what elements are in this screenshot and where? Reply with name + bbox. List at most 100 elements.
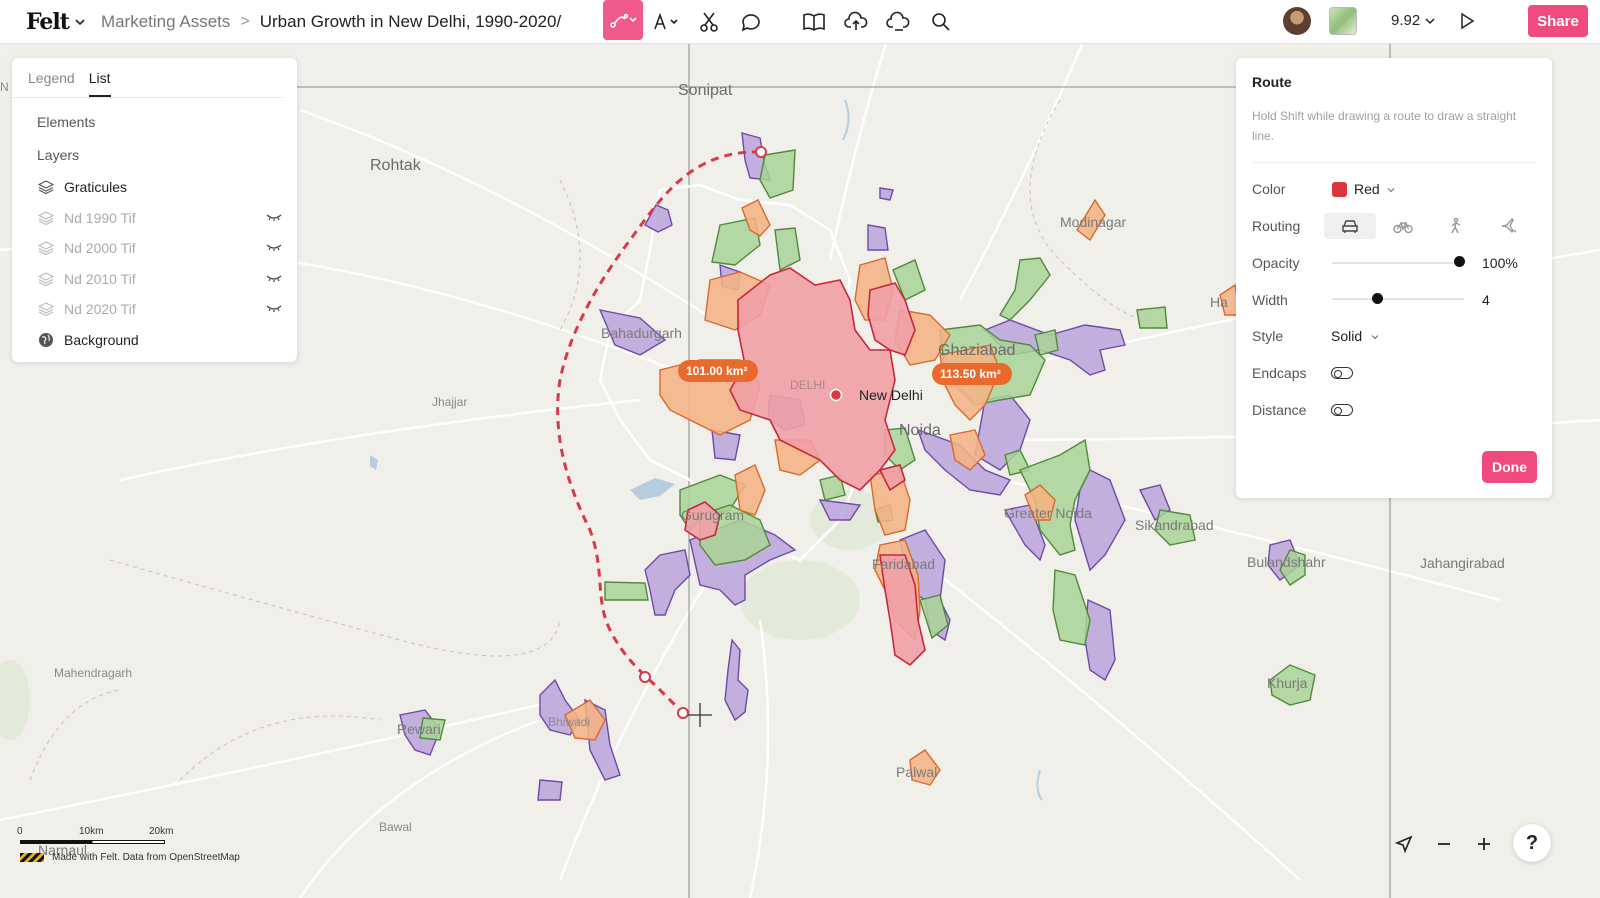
layer-name: Graticules — [64, 179, 128, 196]
routing-bike-button[interactable] — [1377, 213, 1429, 239]
routing-car-button[interactable] — [1324, 213, 1376, 239]
zoom-level[interactable]: 9.92 — [1391, 12, 1420, 29]
city-label-greater-noida: Greater Noida — [1004, 505, 1092, 521]
eye-closed-icon[interactable] — [265, 241, 283, 253]
text-tool-button[interactable] — [648, 6, 684, 38]
endcaps-label: Endcaps — [1252, 365, 1307, 381]
city-label-modinagar: Modinagar — [1060, 214, 1127, 230]
locate-button[interactable] — [1390, 830, 1418, 858]
city-label-edge: N — [0, 80, 9, 94]
opacity-slider[interactable] — [1332, 262, 1464, 264]
breadcrumb-parent[interactable]: Marketing Assets — [101, 12, 230, 32]
city-label-faridabad: Faridabad — [872, 556, 936, 572]
share-button[interactable]: Share — [1528, 5, 1588, 37]
layers-icon — [38, 180, 54, 195]
chevron-down-icon[interactable] — [73, 15, 87, 29]
layer-nd-2000[interactable]: Nd 2000 Tif — [12, 233, 297, 264]
eye-closed-icon[interactable] — [265, 302, 283, 314]
car-icon — [1342, 220, 1358, 233]
color-label: Color — [1252, 181, 1286, 197]
panel-tabs: Legend List — [12, 58, 283, 98]
width-label: Width — [1252, 292, 1288, 308]
library-tool-button[interactable] — [796, 6, 832, 38]
map-title[interactable]: Urban Growth in New Delhi, 1990-2020/ — [260, 12, 561, 32]
city-label-sikandrabad: Sikandrabad — [1135, 517, 1214, 533]
upload-icon — [844, 11, 868, 30]
layers-icon — [38, 272, 54, 286]
layer-nd-2020[interactable]: Nd 2020 Tif — [12, 294, 297, 325]
width-slider[interactable] — [1332, 298, 1464, 300]
layer-name: Background — [64, 331, 139, 348]
distance-toggle[interactable] — [1331, 404, 1353, 416]
zoom-value: 9.92 — [1391, 12, 1421, 29]
routing-walk-button[interactable] — [1430, 213, 1482, 239]
section-layers[interactable]: Layers — [12, 139, 297, 172]
city-label-gurugram: Gurugram — [681, 507, 745, 523]
help-button[interactable]: ? — [1513, 824, 1551, 862]
layer-name: Nd 1990 Tif — [64, 209, 136, 226]
divider — [1252, 162, 1536, 163]
layer-nd-1990[interactable]: Nd 1990 Tif — [12, 203, 297, 234]
breadcrumb-separator: > — [240, 12, 250, 30]
cloud-tool-button[interactable] — [881, 6, 917, 38]
comment-tool-button[interactable] — [733, 6, 769, 38]
area-badge-east[interactable]: 113.50 km² — [940, 367, 1001, 381]
text-icon — [654, 12, 678, 30]
style-label: Style — [1252, 328, 1284, 344]
scissors-icon — [700, 12, 718, 32]
opacity-slider-knob[interactable] — [1454, 256, 1465, 267]
color-value[interactable]: Red — [1354, 181, 1380, 197]
width-slider-knob[interactable] — [1372, 293, 1383, 304]
tab-list[interactable]: List — [88, 70, 111, 97]
style-value[interactable]: Solid — [1331, 328, 1362, 344]
color-swatch[interactable] — [1332, 182, 1347, 197]
layer-name: Nd 2020 Tif — [64, 301, 136, 318]
city-label-delhi: DELHI — [790, 378, 826, 392]
upload-tool-button[interactable] — [838, 6, 874, 38]
city-label-jahangirabad: Jahangirabad — [1420, 555, 1505, 571]
route-panel-title: Route — [1252, 74, 1292, 90]
zoom-out-button[interactable] — [1430, 830, 1458, 858]
route-tool-button[interactable] — [603, 0, 643, 40]
tab-legend[interactable]: Legend — [28, 70, 75, 97]
search-tool-button[interactable] — [923, 6, 959, 38]
layer-graticules[interactable]: Graticules — [12, 172, 297, 203]
layer-background[interactable]: Background — [12, 325, 297, 356]
cut-tool-button[interactable] — [691, 6, 727, 38]
city-label-bulandshahr: Bulandshahr — [1247, 554, 1326, 570]
color-chevron-down-icon[interactable] — [1386, 185, 1396, 195]
zoom-in-button[interactable] — [1470, 830, 1498, 858]
eye-closed-icon[interactable] — [265, 211, 283, 223]
map-attribution[interactable]: Made with Felt. Data from OpenStreetMap — [52, 852, 240, 863]
plus-icon — [1478, 838, 1490, 850]
scale-bar — [20, 840, 165, 844]
search-icon — [932, 13, 950, 31]
basemap-thumbnail[interactable] — [1329, 7, 1357, 35]
endcaps-toggle[interactable] — [1331, 367, 1353, 379]
city-label-new-delhi: New Delhi — [859, 387, 923, 403]
scale-label-20km: 20km — [149, 826, 174, 837]
eye-closed-icon[interactable] — [265, 272, 283, 284]
bike-icon — [1393, 222, 1413, 234]
style-chevron-down-icon[interactable] — [1370, 332, 1380, 342]
avatar[interactable] — [1283, 7, 1311, 35]
layers-icon — [38, 241, 54, 256]
book-icon — [803, 13, 825, 31]
section-elements[interactable]: Elements — [12, 106, 297, 139]
city-label-khurja: Khurja — [1267, 675, 1308, 691]
zoom-chevron-down-icon[interactable] — [1424, 15, 1436, 27]
layers-icon — [38, 302, 54, 317]
routing-plane-button[interactable] — [1483, 213, 1535, 239]
city-label-palwal: Palwal — [896, 764, 938, 780]
felt-mark-icon — [20, 853, 44, 862]
city-label-rohtak: Rohtak — [370, 157, 421, 174]
city-label-sonipat: Sonipat — [678, 82, 733, 99]
layer-nd-2010[interactable]: Nd 2010 Tif — [12, 264, 297, 295]
felt-logo[interactable]: Felt — [26, 9, 70, 35]
opacity-label: Opacity — [1252, 255, 1300, 271]
play-icon[interactable] — [1459, 12, 1475, 30]
city-label-mahendragarh: Mahendragarh — [54, 666, 133, 680]
done-button[interactable]: Done — [1482, 451, 1537, 483]
area-badge-west[interactable]: 101.00 km² — [686, 364, 747, 378]
opacity-value: 100% — [1482, 255, 1518, 271]
